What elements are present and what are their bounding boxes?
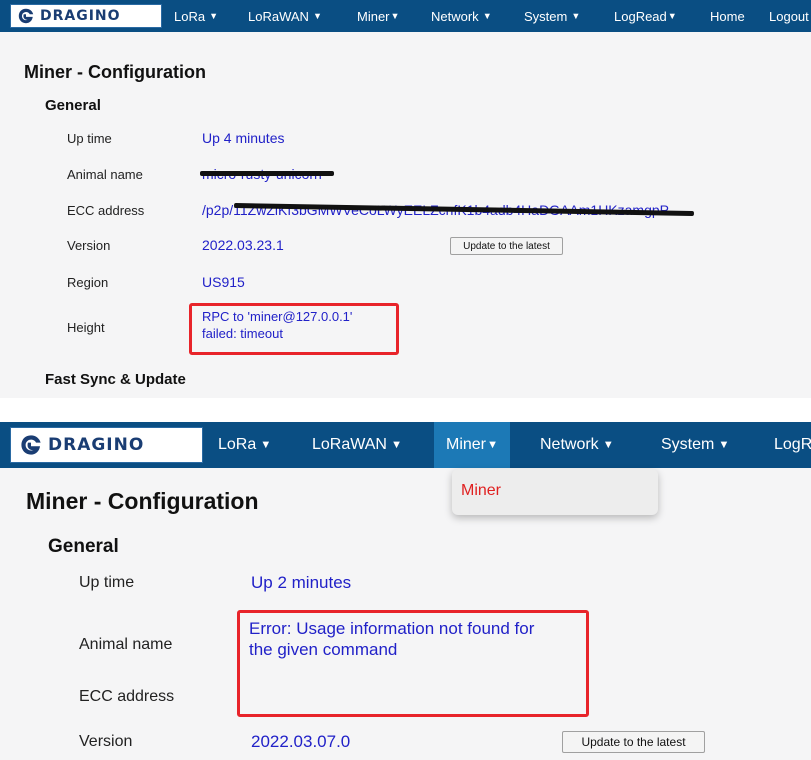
nav-label: Network [540,436,599,453]
value-up-time: Up 2 minutes [251,573,352,592]
nav-label: LogR [774,436,811,453]
dragino-logo[interactable]: DRAGINO [10,427,203,463]
nav-miner[interactable]: Miner ▼ [357,0,400,32]
caret-down-icon: ▼ [390,439,403,451]
label-up-time: Up time [79,574,135,591]
nav-logread[interactable]: LogRead ▼ [614,0,677,32]
caret-down-icon: ▼ [602,439,614,451]
caret-down-icon: ▼ [487,439,499,451]
caret-down-icon: ▼ [718,439,730,451]
caret-down-icon: ▼ [482,11,492,21]
nav-home[interactable]: Home [710,0,745,32]
label-ecc-address: ECC address [79,688,175,705]
screenshot-panel-top: DRAGINO LoRa ▼ LoRaWAN ▼ Miner ▼ Network ▼ S… [0,0,811,398]
caret-down-icon: ▼ [571,11,581,21]
top-navbar: DRAGINO LoRa ▼ LoRaWAN ▼ Miner ▼ Network ▼ S… [0,0,811,32]
top-navbar: DRAGINO LoRa ▼ LoRaWAN ▼ Miner ▼ Network ▼ S… [0,422,811,468]
nav-lora[interactable]: LoRa ▼ [218,422,271,468]
nav-lora[interactable]: LoRa ▼ [174,0,218,32]
section-fast-sync: Fast Sync & Update [45,371,186,388]
label-height: Height [67,320,105,335]
highlight-box [189,303,399,355]
nav-label: LoRaWAN [248,8,309,24]
section-general: General [48,536,119,557]
nav-label: LoRa [174,8,206,24]
nav-label: System [661,436,715,453]
highlight-box [237,610,589,717]
nav-label: LogRead [614,8,667,24]
update-latest-button[interactable]: Update to the latest [450,237,563,255]
nav-miner-active[interactable]: Miner ▼ [434,422,511,468]
redaction-strike [200,171,334,176]
dragino-logo-icon [21,435,41,455]
caret-down-icon: ▼ [209,11,219,21]
caret-down-icon: ▼ [390,11,400,21]
label-ecc-address: ECC address [67,203,145,218]
section-general: General [45,97,101,114]
nav-lorawan[interactable]: LoRaWAN ▼ [248,0,322,32]
page-title: Miner - Configuration [26,488,259,514]
nav-system[interactable]: System ▼ [524,0,580,32]
miner-dropdown-menu: Miner [452,469,658,515]
nav-network[interactable]: Network ▼ [431,0,492,32]
value-region: US915 [202,274,245,290]
caret-down-icon: ▼ [667,11,677,21]
caret-down-icon: ▼ [260,439,272,451]
dragino-logo-icon [18,8,34,24]
label-up-time: Up time [67,131,112,146]
label-version: Version [67,238,111,253]
value-version: 2022.03.07.0 [251,732,351,751]
nav-label: LoRaWAN [312,436,387,453]
nav-label: Home [710,8,745,24]
nav-system[interactable]: System ▼ [661,422,729,468]
logo-text: DRAGINO [40,8,121,24]
nav-label: Logout [769,8,809,24]
nav-label: Network [431,8,479,24]
nav-logread-clipped[interactable]: LogR [774,422,811,468]
nav-label: System [524,8,568,24]
screenshot-panel-bottom: DRAGINO LoRa ▼ LoRaWAN ▼ Miner ▼ Network ▼ S… [0,422,811,760]
label-version: Version [79,733,133,750]
dropdown-item-miner[interactable]: Miner [461,482,501,500]
page-title: Miner - Configuration [24,62,206,82]
caret-down-icon: ▼ [312,11,322,21]
nav-logout[interactable]: Logout [769,0,809,32]
nav-label: Miner [357,8,390,24]
label-animal-name: Animal name [79,636,173,653]
nav-network[interactable]: Network ▼ [540,422,614,468]
value-version: 2022.03.23.1 [202,237,284,253]
update-latest-button[interactable]: Update to the latest [562,731,705,753]
value-up-time: Up 4 minutes [202,130,285,146]
dragino-logo[interactable]: DRAGINO [10,4,162,28]
logo-text: DRAGINO [48,435,145,455]
nav-lorawan[interactable]: LoRaWAN ▼ [312,422,402,468]
label-animal-name: Animal name [67,167,143,182]
label-region: Region [67,275,109,290]
nav-label: LoRa [218,436,257,453]
nav-label: Miner [446,436,487,453]
